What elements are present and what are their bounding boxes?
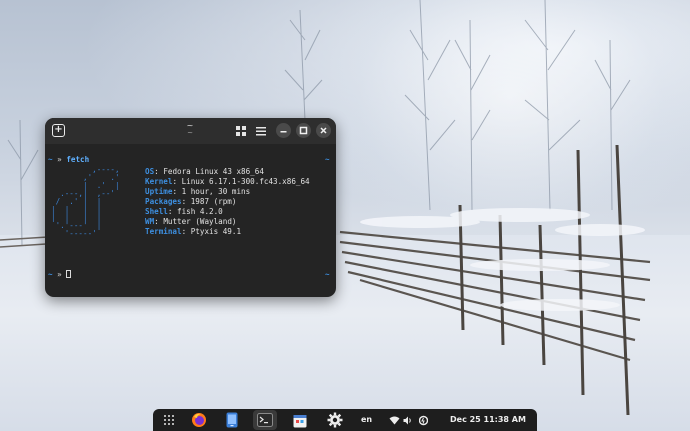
info-terminal: Terminal: Ptyxis 49.1: [145, 227, 241, 236]
info-kernel: Kernel: Linux 6.17.1-300.fc43.x86_64: [145, 177, 310, 186]
logo-line: '-----': [51, 229, 97, 238]
info-shell: Shell: fish 4.2.0: [145, 207, 223, 216]
prompt-line: ~ » fetch: [48, 155, 89, 164]
info-separator: :: [172, 177, 182, 186]
info-value: 1 hour, 30 mins: [181, 187, 251, 196]
tab-overview-button[interactable]: [234, 124, 248, 138]
info-key: Kernel: [145, 177, 173, 186]
firefox-icon: [192, 413, 206, 427]
info-uptime: Uptime: 1 hour, 30 mins: [145, 187, 250, 196]
settings-gear-icon: [327, 412, 343, 428]
phone-icon: [226, 412, 238, 428]
phone-app-launcher[interactable]: [223, 411, 241, 429]
info-separator: :: [181, 197, 191, 206]
volume-icon: [403, 416, 411, 424]
prompt-line[interactable]: ~ »: [48, 270, 72, 279]
prompt-arrow: »: [57, 270, 62, 279]
minimize-icon: [280, 131, 287, 133]
settings-launcher[interactable]: [326, 411, 344, 429]
prompt-cwd: ~: [48, 270, 53, 279]
terminal-icon: [257, 413, 273, 427]
text-cursor: [66, 270, 72, 278]
info-value: Linux 6.17.1-300.fc43.x86_64: [181, 177, 310, 186]
terminal-launcher[interactable]: [256, 411, 274, 429]
close-icon: [320, 127, 327, 134]
info-separator: :: [154, 167, 164, 176]
info-separator: :: [172, 187, 182, 196]
apps-grid-icon: [164, 415, 174, 425]
prompt-arrow: »: [57, 155, 62, 164]
info-key: Packages: [145, 197, 182, 206]
keyboard-language-indicator[interactable]: en: [361, 413, 372, 426]
minimize-button[interactable]: [276, 123, 291, 138]
battery-status[interactable]: [414, 411, 432, 429]
info-value: fish 4.2.0: [177, 207, 223, 216]
info-os: OS: Fedora Linux 43 x86_64: [145, 167, 264, 176]
show-apps-button[interactable]: [160, 411, 178, 429]
close-button[interactable]: [316, 123, 331, 138]
right-prompt: ~: [325, 155, 330, 164]
terminal-window[interactable]: + ~ ~ ~ » fetch ~ ,----, ,' .' | .' | .-…: [45, 118, 336, 297]
info-separator: :: [167, 207, 178, 216]
software-launcher[interactable]: [291, 411, 309, 429]
battery-icon: [418, 415, 428, 425]
info-separator: :: [154, 217, 164, 226]
info-key: OS: [145, 167, 155, 176]
info-separator: :: [181, 227, 191, 236]
info-key: Uptime: [145, 187, 173, 196]
taskbar: en Dec 25 11:38 AM: [153, 409, 537, 431]
terminal-titlebar[interactable]: + ~ ~: [45, 118, 336, 144]
command-text: fetch: [66, 155, 90, 164]
info-wm: WM: Mutter (Wayland): [145, 217, 236, 226]
info-value: Mutter (Wayland): [163, 217, 237, 226]
info-value: Fedora Linux 43 x86_64: [163, 167, 264, 176]
info-key: WM: [145, 217, 155, 226]
wifi-icon: [389, 416, 399, 424]
info-key: Terminal: [145, 227, 182, 236]
window-subtitle: ~: [187, 129, 193, 137]
software-store-icon: [293, 414, 307, 427]
maximize-icon: [299, 126, 308, 135]
maximize-button[interactable]: [296, 123, 311, 138]
info-value: 1987 (rpm): [190, 197, 237, 206]
right-prompt: ~: [325, 270, 330, 279]
firefox-launcher[interactable]: [190, 411, 208, 429]
grid-icon: [236, 126, 246, 136]
info-key: Shell: [145, 207, 168, 216]
clock[interactable]: Dec 25 11:38 AM: [450, 413, 526, 426]
menu-button[interactable]: [254, 124, 268, 138]
prompt-cwd: ~: [48, 155, 53, 164]
info-packages: Packages: 1987 (rpm): [145, 197, 236, 206]
info-value: Ptyxis 49.1: [190, 227, 242, 236]
new-tab-button[interactable]: +: [52, 124, 65, 137]
terminal-output[interactable]: ~ » fetch ~ ,----, ,' .' | .' | .---,| ,…: [45, 144, 336, 297]
hamburger-menu-icon: [256, 127, 266, 136]
desktop: + ~ ~ ~ » fetch ~ ,----, ,' .' | .' | .-…: [0, 0, 690, 431]
